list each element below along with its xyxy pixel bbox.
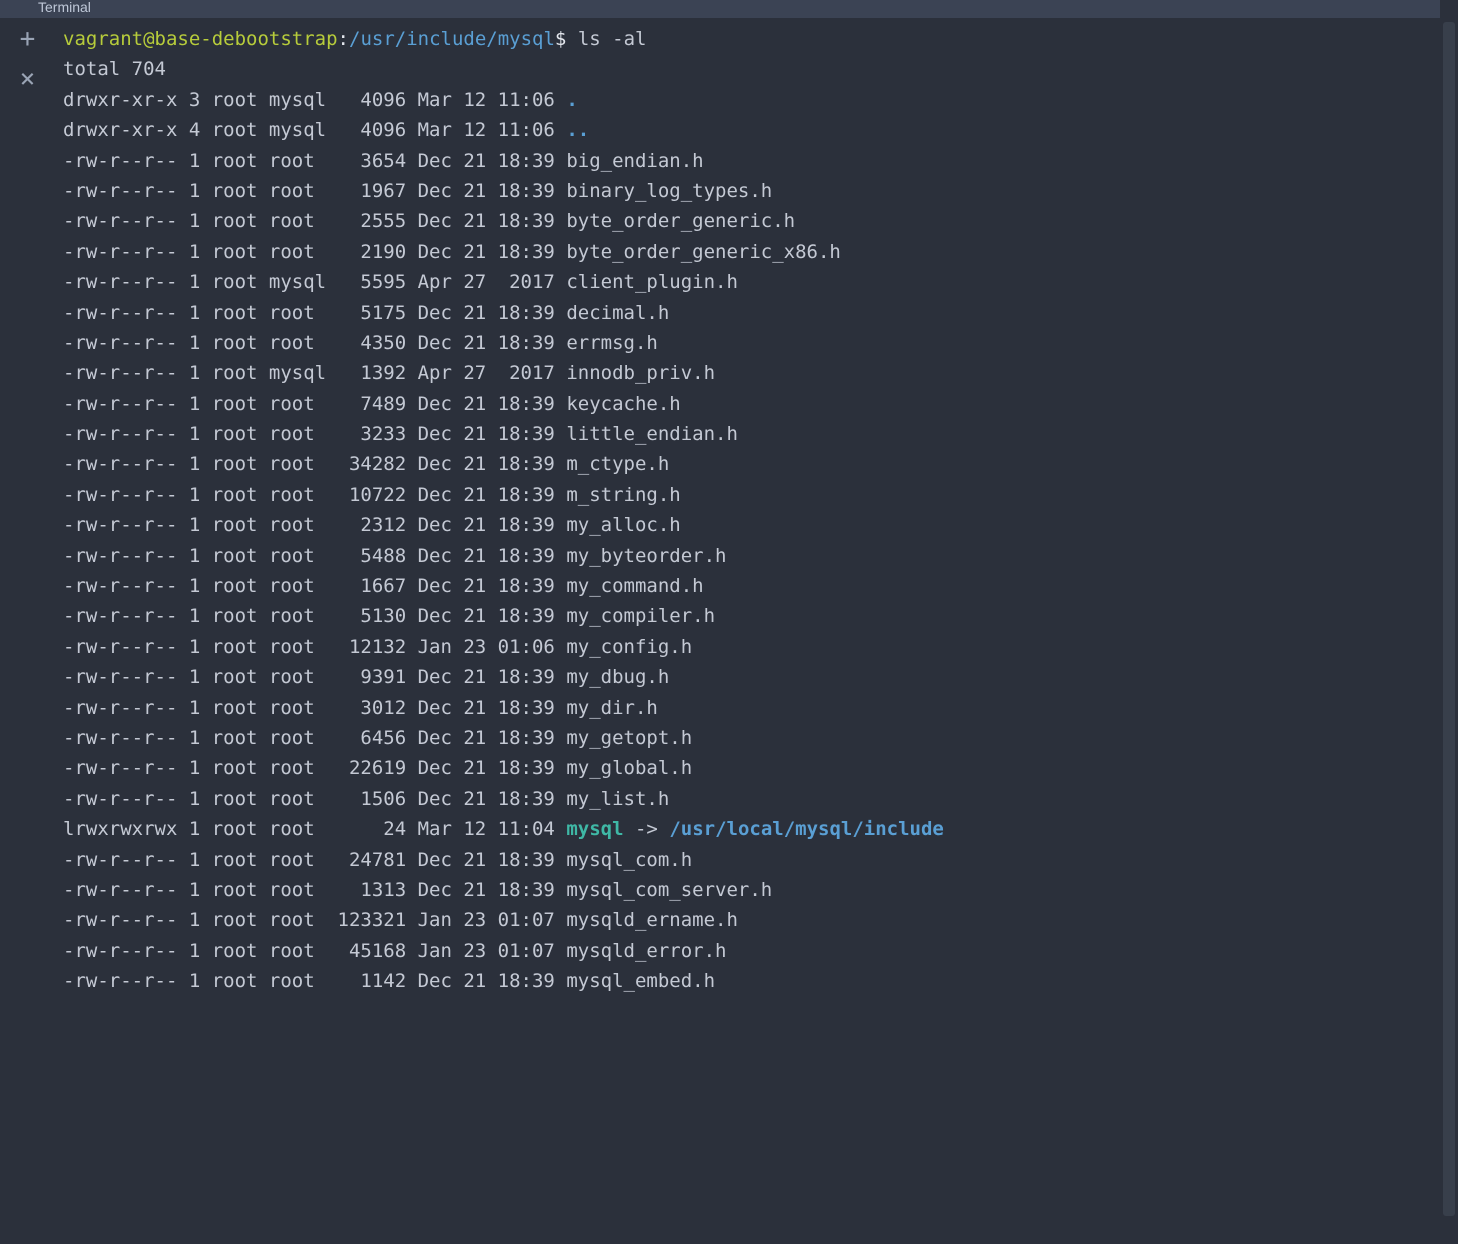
ls-row: -rw-r--r-- 1 root root 22619 Dec 21 18:3… — [63, 753, 1440, 783]
ls-row: -rw-r--r-- 1 root root 5130 Dec 21 18:39… — [63, 601, 1440, 631]
entry-name: byte_order_generic.h — [566, 210, 795, 232]
ls-row: lrwxrwxrwx 1 root root 24 Mar 12 11:04 m… — [63, 814, 1440, 844]
ls-row: -rw-r--r-- 1 root root 1142 Dec 21 18:39… — [63, 966, 1440, 996]
entry-name: my_compiler.h — [566, 605, 715, 627]
entry-name: my_command.h — [566, 575, 703, 597]
ls-row: -rw-r--r-- 1 root root 1506 Dec 21 18:39… — [63, 784, 1440, 814]
entry-name: errmsg.h — [566, 332, 658, 354]
app-root: + × vagrant@base-debootstrap:/usr/includ… — [0, 0, 1458, 1244]
total-line: total 704 — [63, 54, 1440, 84]
window-title: Terminal — [38, 0, 91, 18]
entry-name: client_plugin.h — [566, 271, 738, 293]
ls-row: drwxr-xr-x 4 root mysql 4096 Mar 12 11:0… — [63, 115, 1440, 145]
scrollbar-track[interactable] — [1440, 0, 1458, 1244]
entry-name: my_byteorder.h — [566, 545, 726, 567]
ls-row: -rw-r--r-- 1 root root 123321 Jan 23 01:… — [63, 905, 1440, 935]
ls-row: -rw-r--r-- 1 root root 12132 Jan 23 01:0… — [63, 632, 1440, 662]
entry-name: my_config.h — [566, 636, 692, 658]
entry-name: my_dir.h — [566, 697, 658, 719]
tab-gutter: + × — [0, 0, 55, 1244]
symlink-target: /usr/local/mysql/include — [669, 818, 944, 840]
ls-row: -rw-r--r-- 1 root root 6456 Dec 21 18:39… — [63, 723, 1440, 753]
prompt-path: /usr/include/mysql — [349, 28, 555, 50]
ls-row: -rw-r--r-- 1 root root 3654 Dec 21 18:39… — [63, 146, 1440, 176]
ls-row: -rw-r--r-- 1 root root 9391 Dec 21 18:39… — [63, 662, 1440, 692]
entry-name: m_string.h — [566, 484, 680, 506]
ls-row: -rw-r--r-- 1 root root 1313 Dec 21 18:39… — [63, 875, 1440, 905]
entry-name: binary_log_types.h — [566, 180, 772, 202]
entry-name: . — [566, 89, 577, 111]
entry-name: m_ctype.h — [566, 453, 669, 475]
entry-name: mysql_com_server.h — [566, 879, 772, 901]
entry-name: keycache.h — [566, 393, 680, 415]
entry-name: mysql — [566, 818, 623, 840]
entry-name: my_list.h — [566, 788, 669, 810]
entry-name: my_alloc.h — [566, 514, 680, 536]
ls-row: -rw-r--r-- 1 root mysql 1392 Apr 27 2017… — [63, 358, 1440, 388]
prompt-user: vagrant@base-debootstrap — [63, 28, 338, 50]
entry-name: mysql_com.h — [566, 849, 692, 871]
scrollbar-thumb[interactable] — [1443, 22, 1455, 1216]
ls-row: -rw-r--r-- 1 root root 2312 Dec 21 18:39… — [63, 510, 1440, 540]
ls-row: -rw-r--r-- 1 root root 10722 Dec 21 18:3… — [63, 480, 1440, 510]
entry-name: mysqld_ername.h — [566, 909, 738, 931]
ls-row: -rw-r--r-- 1 root root 5488 Dec 21 18:39… — [63, 541, 1440, 571]
entry-name: decimal.h — [566, 302, 669, 324]
terminal-viewport[interactable]: vagrant@base-debootstrap:/usr/include/my… — [55, 0, 1440, 1244]
terminal-output: vagrant@base-debootstrap:/usr/include/my… — [63, 24, 1440, 997]
prompt-line: vagrant@base-debootstrap:/usr/include/my… — [63, 24, 1440, 54]
ls-row: -rw-r--r-- 1 root root 3233 Dec 21 18:39… — [63, 419, 1440, 449]
ls-row: -rw-r--r-- 1 root root 1967 Dec 21 18:39… — [63, 176, 1440, 206]
entry-name: my_getopt.h — [566, 727, 692, 749]
entry-name: my_dbug.h — [566, 666, 669, 688]
entry-name: my_global.h — [566, 757, 692, 779]
ls-row: -rw-r--r-- 1 root root 4350 Dec 21 18:39… — [63, 328, 1440, 358]
ls-row: -rw-r--r-- 1 root root 2190 Dec 21 18:39… — [63, 237, 1440, 267]
entry-name: .. — [566, 119, 589, 141]
entry-name: innodb_priv.h — [566, 362, 715, 384]
close-tab-icon[interactable]: × — [17, 68, 39, 90]
ls-row: -rw-r--r-- 1 root mysql 5595 Apr 27 2017… — [63, 267, 1440, 297]
prompt-sigil: $ — [555, 28, 566, 50]
ls-row: -rw-r--r-- 1 root root 3012 Dec 21 18:39… — [63, 693, 1440, 723]
ls-row: -rw-r--r-- 1 root root 34282 Dec 21 18:3… — [63, 449, 1440, 479]
new-tab-icon[interactable]: + — [17, 28, 39, 50]
ls-row: -rw-r--r-- 1 root root 7489 Dec 21 18:39… — [63, 389, 1440, 419]
ls-row: -rw-r--r-- 1 root root 5175 Dec 21 18:39… — [63, 298, 1440, 328]
ls-row: -rw-r--r-- 1 root root 45168 Jan 23 01:0… — [63, 936, 1440, 966]
ls-row: drwxr-xr-x 3 root mysql 4096 Mar 12 11:0… — [63, 85, 1440, 115]
entry-name: little_endian.h — [566, 423, 738, 445]
entry-name: mysqld_error.h — [566, 940, 726, 962]
prompt-command: ls -al — [578, 28, 647, 50]
ls-row: -rw-r--r-- 1 root root 2555 Dec 21 18:39… — [63, 206, 1440, 236]
entry-name: big_endian.h — [566, 150, 703, 172]
entry-name: mysql_embed.h — [566, 970, 715, 992]
entry-name: byte_order_generic_x86.h — [566, 241, 841, 263]
ls-row: -rw-r--r-- 1 root root 24781 Dec 21 18:3… — [63, 845, 1440, 875]
titlebar: Terminal — [0, 0, 1458, 18]
ls-row: -rw-r--r-- 1 root root 1667 Dec 21 18:39… — [63, 571, 1440, 601]
